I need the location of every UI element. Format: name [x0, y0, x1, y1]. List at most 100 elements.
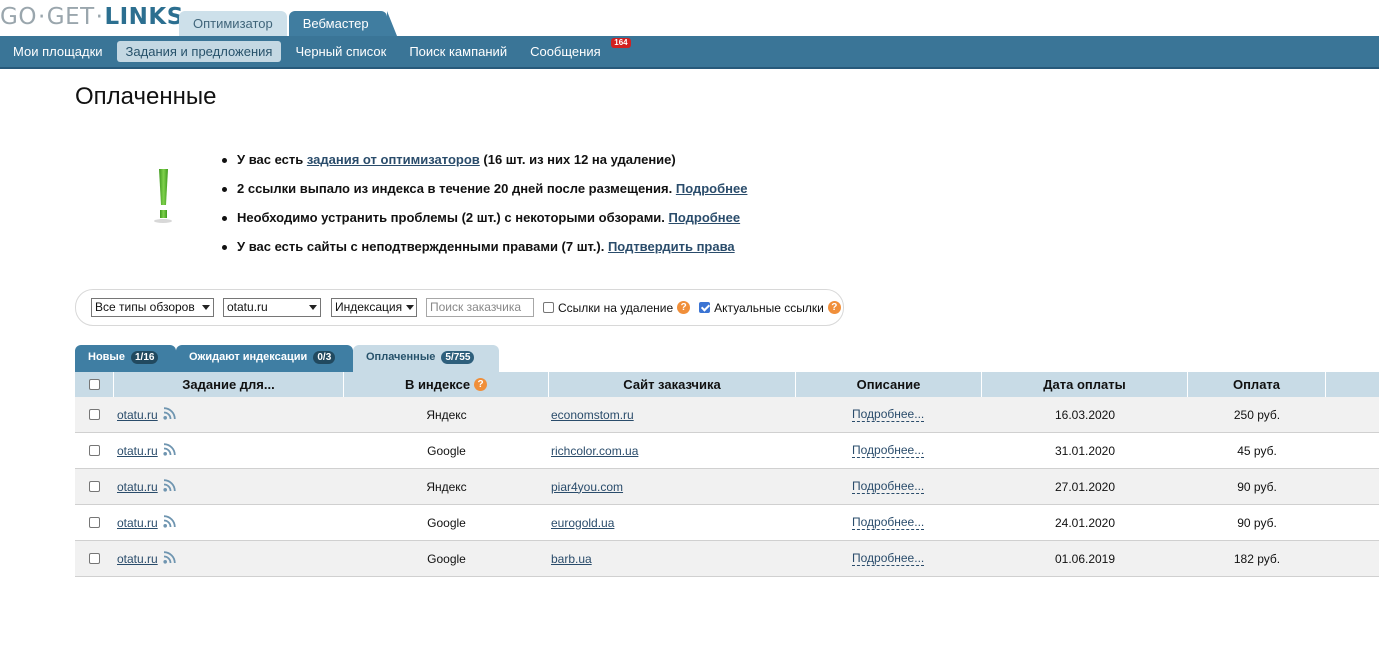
- filter-bar: Все типы обзоров otatu.ru Индексация Пои…: [75, 289, 844, 326]
- table-row: otatu.ru Яндекс economstom.ru Подробнее... 1…: [75, 397, 1379, 433]
- payment-amount: 45 руб.: [1237, 443, 1277, 458]
- description-link[interactable]: Подробнее...: [852, 407, 925, 422]
- nav-messages[interactable]: Сообщения 164: [521, 38, 631, 62]
- customer-search-input[interactable]: Поиск заказчика: [426, 298, 534, 317]
- notice-link[interactable]: Подтвердить права: [608, 239, 735, 254]
- tab-count: 5/755: [441, 351, 475, 364]
- payment-date: 31.01.2020: [1054, 443, 1116, 458]
- payment-date: 16.03.2020: [1054, 407, 1116, 422]
- col-payment-date[interactable]: Дата оплаты: [982, 372, 1188, 397]
- notice-item: 2 ссылки выпало из индекса в течение 20 …: [222, 179, 747, 208]
- actual-links-checkbox[interactable]: [699, 302, 711, 313]
- logo[interactable]: GO · GET · LINKS: [0, 4, 184, 32]
- notice-list: У вас есть задания от оптимизаторов (16 …: [222, 150, 747, 266]
- payment-amount: 90 руб.: [1237, 515, 1277, 530]
- payment-amount: 90 руб.: [1237, 479, 1277, 494]
- review-type-select[interactable]: Все типы обзоров: [91, 298, 214, 317]
- help-icon[interactable]: ?: [474, 378, 488, 391]
- page-title: Оплаченные: [75, 83, 217, 110]
- top-header: GO · GET · LINKS Оптимизатор Вебмастер: [0, 0, 1379, 36]
- table-row: otatu.ru Google eurogold.ua Подробнее... 24.…: [75, 505, 1379, 541]
- tab-count: 0/3: [313, 351, 336, 364]
- task-site-link[interactable]: otatu.ru: [117, 444, 158, 458]
- index-engine: Google: [427, 443, 466, 458]
- index-engine: Яндекс: [426, 407, 467, 422]
- role-tabs: Оптимизатор Вебмастер: [179, 11, 397, 36]
- payment-amount: 250 руб.: [1233, 407, 1281, 422]
- notice-link[interactable]: Подробнее: [669, 210, 741, 225]
- role-tab-optimizer[interactable]: Оптимизатор: [179, 11, 287, 36]
- payment-date: 01.06.2019: [1054, 551, 1116, 566]
- chevron-down-icon: [406, 305, 415, 310]
- notice-item: У вас есть сайты с неподтвержденными пра…: [222, 237, 747, 266]
- notice-item: У вас есть задания от оптимизаторов (16 …: [222, 150, 747, 179]
- description-link[interactable]: Подробнее...: [852, 479, 925, 494]
- chevron-down-icon: [202, 305, 210, 310]
- customer-site-link[interactable]: economstom.ru: [551, 408, 634, 422]
- nav-messages-label: Сообщения: [530, 44, 601, 59]
- col-task-for[interactable]: Задание для...: [114, 372, 344, 397]
- logo-part-get: GET: [46, 4, 95, 30]
- task-site-link[interactable]: otatu.ru: [117, 480, 158, 494]
- rss-icon[interactable]: [163, 514, 176, 531]
- delete-links-label: Ссылки на удаление: [558, 300, 674, 315]
- index-engine: Google: [427, 551, 466, 566]
- logo-part-links: LINKS: [104, 4, 184, 30]
- payment-amount: 182 руб.: [1233, 551, 1281, 566]
- task-site-link[interactable]: otatu.ru: [117, 516, 158, 530]
- customer-site-link[interactable]: richcolor.com.ua: [551, 444, 638, 458]
- customer-site-link[interactable]: piar4you.com: [551, 480, 623, 494]
- customer-site-link[interactable]: eurogold.ua: [551, 516, 614, 530]
- notice-item: Необходимо устранить проблемы (2 шт.) с …: [222, 208, 747, 237]
- table-header: Задание для... В индексе? Сайт заказчика…: [75, 372, 1379, 397]
- index-engine: Яндекс: [426, 479, 467, 494]
- table-row: otatu.ru Яндекс piar4you.com Подробнее... 27…: [75, 469, 1379, 505]
- delete-links-checkbox[interactable]: [543, 302, 554, 313]
- actual-links-label: Актуальные ссылки: [714, 300, 824, 315]
- table-row: otatu.ru Google richcolor.com.ua Подробнее.…: [75, 433, 1379, 469]
- select-all-checkbox[interactable]: [88, 379, 100, 390]
- main-nav: Мои площадки Задания и предложения Черны…: [0, 36, 1379, 69]
- nav-my-sites[interactable]: Мои площадки: [4, 41, 112, 62]
- row-checkbox[interactable]: [89, 481, 100, 492]
- tab-new[interactable]: Новые 1/16: [75, 345, 176, 372]
- rss-icon[interactable]: [163, 406, 176, 423]
- logo-dot: ·: [95, 4, 104, 30]
- col-description[interactable]: Описание: [796, 372, 982, 397]
- help-icon[interactable]: ?: [677, 301, 691, 314]
- task-site-link[interactable]: otatu.ru: [117, 552, 158, 566]
- col-customer-site[interactable]: Сайт заказчика: [549, 372, 796, 397]
- nav-tasks-offers[interactable]: Задания и предложения: [116, 41, 282, 62]
- role-tab-webmaster[interactable]: Вебмастер: [288, 11, 397, 36]
- task-site-link[interactable]: otatu.ru: [117, 408, 158, 422]
- tab-count: 1/16: [131, 351, 159, 364]
- row-checkbox[interactable]: [89, 553, 100, 564]
- notice-link[interactable]: задания от оптимизаторов: [307, 152, 480, 167]
- description-link[interactable]: Подробнее...: [852, 551, 925, 566]
- customer-site-link[interactable]: barb.ua: [551, 552, 592, 566]
- col-in-index[interactable]: В индексе?: [344, 372, 549, 397]
- help-icon[interactable]: ?: [827, 301, 841, 314]
- rss-icon[interactable]: [163, 550, 176, 567]
- row-checkbox[interactable]: [89, 409, 100, 420]
- nav-blacklist[interactable]: Черный список: [286, 41, 395, 62]
- exclamation-icon: [150, 165, 176, 230]
- rss-icon[interactable]: [163, 478, 176, 495]
- indexing-select[interactable]: Индексация: [331, 298, 417, 317]
- paid-tasks-table: Задание для... В индексе? Сайт заказчика…: [75, 372, 1379, 577]
- nav-campaign-search[interactable]: Поиск кампаний: [400, 41, 516, 62]
- logo-dot: ·: [37, 4, 46, 30]
- tab-paid[interactable]: Оплаченные 5/755: [353, 345, 499, 372]
- row-checkbox[interactable]: [89, 445, 100, 456]
- description-link[interactable]: Подробнее...: [852, 515, 925, 530]
- rss-icon[interactable]: [163, 442, 176, 459]
- payment-date: 24.01.2020: [1054, 515, 1116, 530]
- row-checkbox[interactable]: [89, 517, 100, 528]
- site-select[interactable]: otatu.ru: [223, 298, 321, 317]
- payment-date: 27.01.2020: [1054, 479, 1116, 494]
- tab-awaiting-indexing[interactable]: Ожидают индексации 0/3: [176, 345, 353, 372]
- messages-badge: 164: [611, 38, 631, 48]
- col-payment[interactable]: Оплата: [1188, 372, 1326, 397]
- description-link[interactable]: Подробнее...: [852, 443, 925, 458]
- notice-link[interactable]: Подробнее: [676, 181, 748, 196]
